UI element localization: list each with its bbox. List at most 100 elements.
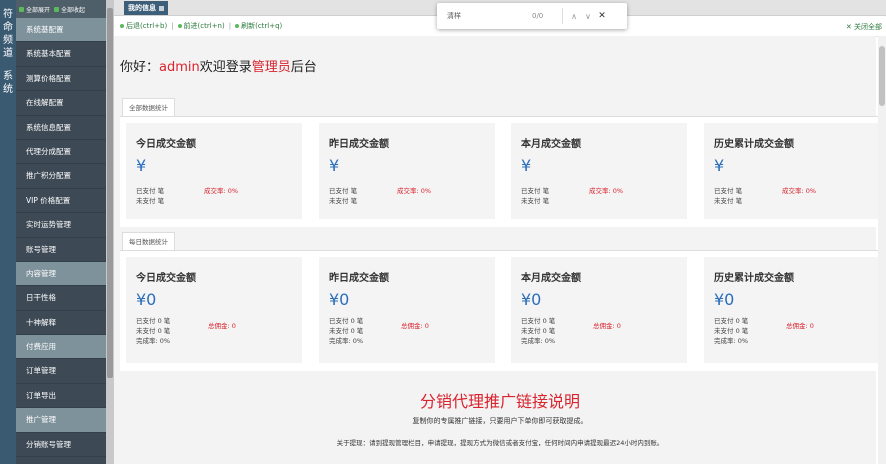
card-title: 本月成交金额 (521, 273, 581, 284)
card-title: 昨日成交金额 (329, 273, 389, 284)
card-title: 今日成交金额 (136, 139, 196, 150)
left-vertical-tab[interactable]: 符命频道 系统 (0, 0, 16, 464)
card-amount: ¥ (136, 156, 147, 175)
sidebar-group-header[interactable]: 系统基配置 (16, 18, 106, 43)
card-complete-rate: 完成率: 0% (521, 337, 556, 345)
card-unpaid: 未支付 笔 (714, 197, 743, 205)
tab-my-info[interactable]: 我的信息 (124, 1, 168, 15)
sidebar-top-controls: 全部展开 全部收起 (16, 0, 106, 18)
stat-card: 历史累计成交金额 ¥ 已支付 笔未支付 笔 成交率: 0% (704, 123, 880, 219)
stat-card: 历史累计成交金额 ¥0 已支付 0 笔未支付 0 笔完成率: 0% 总佣金: 0 (704, 257, 880, 363)
main-area: 我的信息 后退(ctrl+b) | 前进(ctrl+n) | 刷新(ctrl+q… (114, 0, 886, 464)
card-amount: ¥0 (521, 290, 542, 309)
sidebar-item[interactable]: 订单管理 (16, 359, 106, 384)
sidebar-item[interactable]: 日干性格 (16, 286, 106, 311)
back-icon (120, 24, 124, 28)
stat-card: 今日成交金额 ¥0 已支付 0 笔未支付 0 笔完成率: 0% 总佣金: 0 (126, 257, 302, 363)
stat-card: 本月成交金额 ¥0 已支付 0 笔未支付 0 笔完成率: 0% 总佣金: 0 (511, 257, 687, 363)
card-title: 本月成交金额 (521, 139, 581, 150)
left-tab-label-system: 系统 (3, 71, 13, 95)
forward-icon (177, 24, 182, 28)
card-amount: ¥ (714, 156, 725, 175)
minus-icon (54, 6, 60, 12)
card-commission: 总佣金: 0 (593, 322, 621, 330)
card-deal-rate: 成交率: 0% (204, 187, 239, 195)
card-title: 今日成交金额 (136, 273, 196, 284)
sidebar-scrollbar[interactable] (106, 0, 114, 464)
card-unpaid: 未支付 0 笔 (714, 327, 749, 335)
card-commission: 总佣金: 0 (401, 322, 429, 330)
sidebar-item[interactable]: 订单导出 (16, 384, 106, 409)
sidebar-item[interactable]: VIP 价格配置 (16, 189, 106, 214)
stat-card: 本月成交金额 ¥ 已支付 笔未支付 笔 成交率: 0% (511, 123, 687, 219)
collapse-all-button[interactable]: 全部收起 (54, 5, 85, 14)
card-complete-rate: 完成率: 0% (714, 337, 749, 345)
refresh-button[interactable]: 刷新(ctrl+q) (235, 21, 282, 31)
card-unpaid: 未支付 0 笔 (329, 327, 364, 335)
card-complete-rate: 完成率: 0% (329, 337, 364, 345)
sidebar-item[interactable]: 系统基本配置 (16, 42, 106, 67)
sidebar-item[interactable]: 代理分成配置 (16, 140, 106, 165)
sidebar-item[interactable]: 在线解配置 (16, 91, 106, 116)
card-paid: 已支付 0 笔 (136, 317, 171, 325)
refresh-icon (235, 24, 240, 28)
card-paid: 已支付 0 笔 (521, 317, 556, 325)
find-count: 0/0 (532, 12, 544, 20)
card-complete-rate: 完成率: 0% (136, 337, 171, 345)
find-previous-icon[interactable]: ∧ (567, 12, 581, 21)
card-title: 历史累计成交金额 (714, 273, 794, 284)
sidebar-group-header[interactable]: 付费应用 (16, 335, 106, 360)
sidebar-menu: 系统基配置 系统基本配置 测算价格配置 在线解配置 系统信息配置 代理分成配置 推广积分配置… (16, 18, 106, 458)
card-unpaid: 未支付 0 笔 (136, 327, 171, 335)
section-all-tab[interactable]: 全部数据统计 (122, 98, 175, 117)
card-title: 昨日成交金额 (329, 139, 389, 150)
tab-close-icon[interactable] (159, 5, 164, 11)
find-input[interactable]: 清样 (447, 11, 532, 21)
sidebar-item[interactable]: 十神解释 (16, 311, 106, 336)
expand-all-button[interactable]: 全部展开 (19, 5, 50, 14)
card-unpaid: 未支付 笔 (521, 197, 550, 205)
content-scrollbar[interactable] (878, 36, 886, 464)
card-unpaid: 未支付 笔 (136, 197, 165, 205)
sidebar: 全部展开 全部收起 系统基配置 系统基本配置 测算价格配置 在线解配置 系统信息配置 代理… (16, 0, 106, 464)
find-bar: 清样 0/0 ∧ ∨ ✕ (437, 3, 627, 29)
section-all-panel: 今日成交金额 ¥ 已支付 笔未支付 笔 成交率: 0% 昨日成交金额 ¥ 已支付 笔未支付 … (120, 116, 885, 227)
card-title: 历史累计成交金额 (714, 139, 794, 150)
sidebar-item[interactable]: 系统信息配置 (16, 116, 106, 140)
sidebar-item[interactable]: 实时运势管理 (16, 213, 106, 238)
sidebar-item[interactable]: 推广积分配置 (16, 164, 106, 189)
stat-card: 昨日成交金额 ¥ 已支付 笔未支付 笔 成交率: 0% (319, 123, 495, 219)
section-daily-tab[interactable]: 每日数据统计 (122, 232, 175, 251)
sidebar-item[interactable]: 分销账号管理 (16, 433, 106, 458)
content-scroll-thumb[interactable] (879, 46, 885, 106)
card-amount: ¥ (329, 156, 340, 175)
sidebar-item[interactable]: 测算价格配置 (16, 67, 106, 92)
card-paid: 已支付 笔 (136, 187, 165, 195)
card-deal-rate: 成交率: 0% (397, 187, 432, 195)
plus-icon (19, 6, 24, 12)
card-paid: 已支付 0 笔 (329, 317, 364, 325)
sidebar-group-header[interactable]: 推广管理 (16, 408, 106, 433)
back-button[interactable]: 后退(ctrl+b) (120, 21, 167, 31)
stat-card: 今日成交金额 ¥ 已支付 笔未支付 笔 成交率: 0% (126, 123, 302, 219)
sidebar-scroll-thumb[interactable] (107, 8, 113, 378)
promo-description: 复制你的专属推广链接，只要用户下单你即可获取提成。 (412, 417, 588, 425)
find-next-icon[interactable]: ∨ (581, 12, 595, 21)
card-amount: ¥ (521, 156, 532, 175)
card-amount: ¥0 (714, 290, 735, 309)
find-close-icon[interactable]: ✕ (595, 11, 609, 21)
forward-button[interactable]: 前进(ctrl+n) (177, 21, 225, 31)
sidebar-item[interactable]: 账号管理 (16, 238, 106, 262)
card-unpaid: 未支付 0 笔 (521, 327, 556, 335)
section-daily-panel: 今日成交金额 ¥0 已支付 0 笔未支付 0 笔完成率: 0% 总佣金: 0 昨日成交金… (120, 250, 885, 371)
card-commission: 总佣金: 0 (786, 322, 814, 330)
close-all-button[interactable]: ✕ 关闭全部 (846, 22, 882, 32)
sidebar-group-header[interactable]: 内容管理 (16, 261, 106, 287)
card-paid: 已支付 笔 (521, 187, 550, 195)
promo-withdraw-note: 关于提现：请到提现管理栏目，申请提现，提现方式为微信或者支付宝，任何时间内申请提… (336, 439, 664, 447)
card-deal-rate: 成交率: 0% (782, 187, 817, 195)
card-deal-rate: 成交率: 0% (589, 187, 624, 195)
stat-card: 昨日成交金额 ¥0 已支付 0 笔未支付 0 笔完成率: 0% 总佣金: 0 (319, 257, 495, 363)
card-amount: ¥0 (136, 290, 157, 309)
left-tab-label-top: 符命频道 (3, 9, 13, 59)
